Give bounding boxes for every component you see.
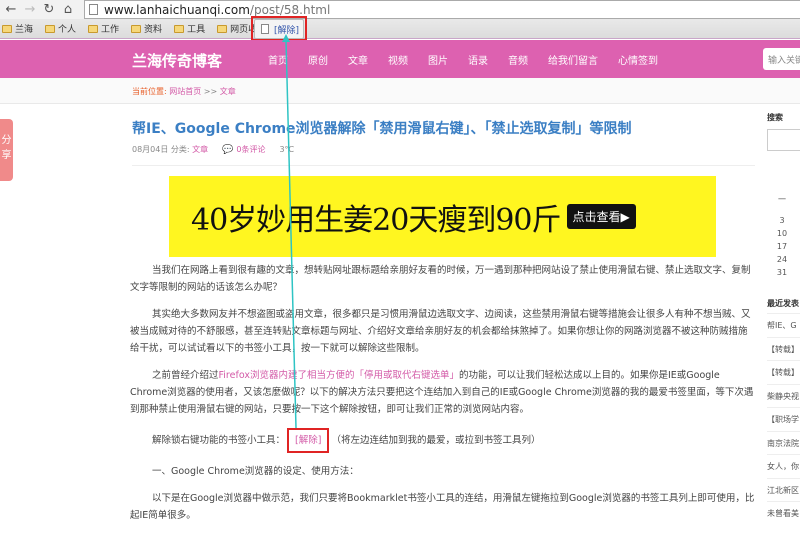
bookmarks-bar: 兰海 个人 工作 资料 工具 网页收藏 [解除]	[0, 19, 800, 39]
nav-item[interactable]: 语录	[468, 52, 488, 67]
nav-item[interactable]: 心情签到	[618, 52, 658, 67]
folder-icon	[2, 24, 12, 33]
sidebar: 搜索 一 3 10 17 24 31	[767, 112, 800, 279]
calendar: 一 3 10 17 24 31	[767, 193, 797, 279]
calendar-day[interactable]: 10	[767, 227, 797, 240]
bookmark-folder[interactable]: 兰海	[2, 22, 33, 35]
url-host: www.lanhaichuanqi.com	[104, 2, 250, 17]
article-title: 帮IE、Google Chrome浏览器解除「禁用滑鼠右键」、「禁止选取复制」等…	[132, 121, 632, 137]
calendar-day[interactable]: 31	[767, 266, 797, 279]
ad-banner[interactable]: 40岁妙用生姜20天瘦到90斤 点击查看▶	[169, 176, 716, 257]
recent-post-item[interactable]: 江北新区	[767, 477, 800, 502]
site-title[interactable]: 兰海传奇博客	[132, 50, 222, 71]
nav-item[interactable]: 视频	[388, 52, 408, 67]
reload-icon[interactable]: ↻	[41, 0, 57, 20]
nav-item[interactable]: 首页	[268, 52, 288, 67]
paragraph: 以下是在Google浏览器中做示范，我们只要将Bookmarklet书签小工具的…	[130, 493, 755, 521]
firefox-article-link[interactable]: Firefox浏览器内建了相当方便的「停用或取代右键选单」	[219, 370, 459, 381]
calendar-header: 一	[778, 195, 786, 204]
breadcrumb-label: 当前位置:	[132, 87, 167, 96]
address-bar[interactable]: www.lanhaichuanqi.com/post/58.html	[84, 0, 800, 19]
bookmark-folder[interactable]: 资料	[131, 22, 162, 35]
breadcrumb-bar: 当前位置: 网站首页 >> 文章	[0, 78, 800, 104]
unlock-bookmarklet-link[interactable]: [解除]	[287, 428, 330, 453]
breadcrumb-current[interactable]: 文章	[220, 87, 236, 96]
article-date: 08月04日	[132, 145, 169, 154]
paragraph: 当我们在网路上看到很有趣的文章，想转贴网址跟标题给亲朋好友看的时候，万一遇到那种…	[130, 265, 751, 293]
bookmark-label: 资料	[144, 25, 163, 35]
comments-link[interactable]: 0条评论	[236, 144, 265, 155]
sidebar-search-title: 搜索	[767, 113, 783, 122]
folder-icon	[131, 24, 142, 33]
folder-icon	[174, 24, 185, 33]
home-icon[interactable]: ⌂	[60, 0, 76, 20]
bookmark-folder[interactable]: 个人	[45, 22, 76, 35]
calendar-day[interactable]: 17	[767, 240, 797, 253]
recent-post-item[interactable]: 【职场学	[767, 407, 800, 431]
main-nav: 首页 原创 文章 视频 图片 语录 音频 给我们留言 心情签到	[268, 52, 678, 67]
paragraph: 解除锁右键功能的书签小工具： [解除] （将左边连结加到我的最爱，或拉到书签工具列）	[130, 428, 755, 453]
ad-text: 40岁妙用生姜20天瘦到90斤	[191, 202, 562, 238]
forward-icon[interactable]: →	[22, 0, 38, 20]
nav-item[interactable]: 原创	[308, 52, 328, 67]
page-icon	[89, 4, 98, 15]
paragraph: 其实绝大多数网友并不想盗图或盗用文章，很多都只是习惯用滑鼠边选取文字、边阅读，这…	[130, 309, 751, 354]
text: 解除锁右键功能的书签小工具：	[152, 435, 286, 446]
ad-button[interactable]: 点击查看▶	[566, 204, 636, 229]
paragraph: 一、Google Chrome浏览器的设定、使用方法：	[152, 466, 359, 477]
article-body: 当我们在网路上看到很有趣的文章，想转贴网址跟标题给亲朋好友看的时候，万一遇到那种…	[130, 262, 755, 534]
back-icon[interactable]: ←	[3, 0, 19, 20]
url-path: /post/58.html	[249, 2, 331, 17]
folder-icon	[88, 24, 99, 33]
divider	[132, 165, 755, 166]
article-meta: 08月04日 分类: 文章 💬 0条评论 3°C	[132, 144, 294, 155]
recent-post-item[interactable]: 【转载】	[767, 336, 800, 361]
share-button[interactable]: 分享	[0, 119, 13, 181]
breadcrumb-home[interactable]: 网站首页	[169, 87, 201, 96]
recent-post-item[interactable]: 未曾看美	[767, 501, 800, 525]
annotation-box-bookmark	[251, 16, 307, 41]
folder-icon	[217, 24, 228, 33]
nav-item[interactable]: 文章	[348, 52, 368, 67]
recent-post-item[interactable]: 女人，你	[767, 454, 800, 478]
recent-posts-title: 最近发表	[767, 299, 799, 308]
site-search-input[interactable]: 输入关键	[763, 48, 800, 70]
recent-post-item[interactable]: 【转载】	[767, 360, 800, 384]
recent-post-item[interactable]: 南京法院	[767, 430, 800, 455]
text: （将左边连结加到我的最爱，或拉到书签工具列）	[331, 435, 541, 446]
paragraph: 之前曾经介绍过Firefox浏览器内建了相当方便的「停用或取代右键选单」的功能，…	[130, 367, 755, 418]
bookmark-label: 个人	[58, 25, 77, 35]
nav-item[interactable]: 音频	[508, 52, 528, 67]
calendar-day[interactable]: 3	[767, 214, 797, 227]
text: 之前曾经介绍过	[152, 370, 219, 381]
bookmark-label: 工作	[101, 25, 120, 35]
breadcrumb: 当前位置: 网站首页 >> 文章	[132, 86, 236, 97]
bookmark-label: 兰海	[15, 25, 34, 35]
recent-post-item[interactable]: 柴静央视	[767, 383, 800, 408]
calendar-day[interactable]: 24	[767, 253, 797, 266]
nav-item[interactable]: 给我们留言	[548, 52, 598, 67]
folder-icon	[45, 24, 56, 33]
breadcrumb-sep: >>	[203, 87, 218, 96]
bookmark-folder[interactable]: 工具	[174, 22, 205, 35]
nav-item[interactable]: 图片	[428, 52, 448, 67]
site-header: 兰海传奇博客 首页 原创 文章 视频 图片 语录 音频 给我们留言 心情签到 输…	[0, 40, 800, 78]
recent-post-item[interactable]: 帮IE、G	[767, 313, 800, 337]
sidebar-search-input[interactable]	[767, 129, 800, 151]
bookmark-label: 工具	[187, 25, 206, 35]
recent-posts-list: 帮IE、G 【转载】 【转载】 柴静央视 【职场学 南京法院 女人，你 江北新区…	[767, 313, 800, 525]
bookmark-folder[interactable]: 工作	[88, 22, 119, 35]
category-label: 分类:	[170, 145, 190, 154]
comment-icon: 💬	[222, 144, 234, 155]
temperature: 3°C	[279, 145, 295, 154]
category-link[interactable]: 文章	[192, 144, 208, 155]
